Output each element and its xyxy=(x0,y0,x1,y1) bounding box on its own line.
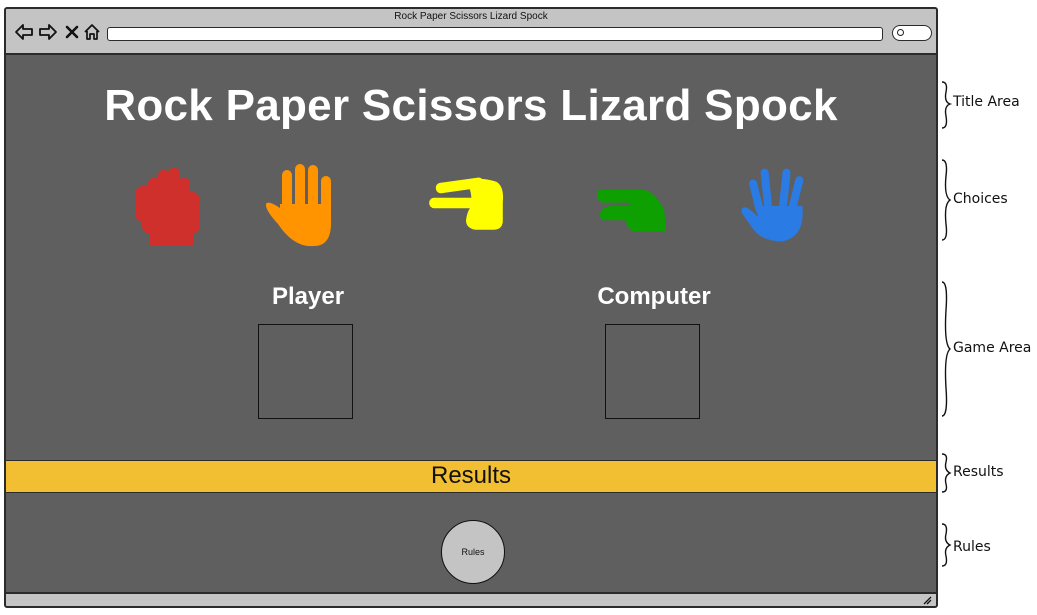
annotation-label: Rules xyxy=(953,539,991,555)
browser-chrome: Rock Paper Scissors Lizard Spock xyxy=(6,9,936,55)
search-field[interactable] xyxy=(892,25,932,41)
home-icon[interactable] xyxy=(82,22,102,42)
paper-choice-icon[interactable] xyxy=(264,160,344,250)
computer-choice-box xyxy=(605,324,700,419)
spock-choice-icon[interactable] xyxy=(740,160,820,250)
forward-arrow-icon[interactable] xyxy=(38,22,58,42)
browser-window: Rock Paper Scissors Lizard Spock Rock Pa… xyxy=(4,7,938,608)
close-icon[interactable] xyxy=(62,22,82,42)
rules-button[interactable]: Rules xyxy=(441,520,505,584)
annotation-label: Title Area xyxy=(953,94,1020,110)
resize-grip-icon[interactable] xyxy=(922,595,932,605)
player-choice-box xyxy=(258,324,353,419)
computer-label: Computer xyxy=(597,283,711,310)
curly-brace-icon xyxy=(941,159,952,241)
back-arrow-icon[interactable] xyxy=(14,22,34,42)
game-page: Rock Paper Scissors Lizard Spock Player … xyxy=(6,55,936,596)
scissors-choice-icon[interactable] xyxy=(426,160,506,250)
annotation-label: Results xyxy=(953,464,1004,480)
search-icon xyxy=(897,29,904,36)
window-title: Rock Paper Scissors Lizard Spock xyxy=(394,11,548,22)
curly-brace-icon xyxy=(941,523,952,567)
address-bar[interactable] xyxy=(107,27,883,41)
curly-brace-icon xyxy=(941,453,952,493)
curly-brace-icon xyxy=(941,281,952,417)
lizard-choice-icon[interactable] xyxy=(594,160,674,250)
player-label: Player xyxy=(271,283,345,310)
curly-brace-icon xyxy=(941,81,953,129)
page-title: Rock Paper Scissors Lizard Spock xyxy=(104,81,838,130)
status-bar xyxy=(6,592,936,606)
rock-choice-icon[interactable] xyxy=(130,160,210,250)
results-bar: Results xyxy=(6,460,936,493)
annotation-label: Game Area xyxy=(953,340,1032,356)
annotation-label: Choices xyxy=(953,191,1008,207)
